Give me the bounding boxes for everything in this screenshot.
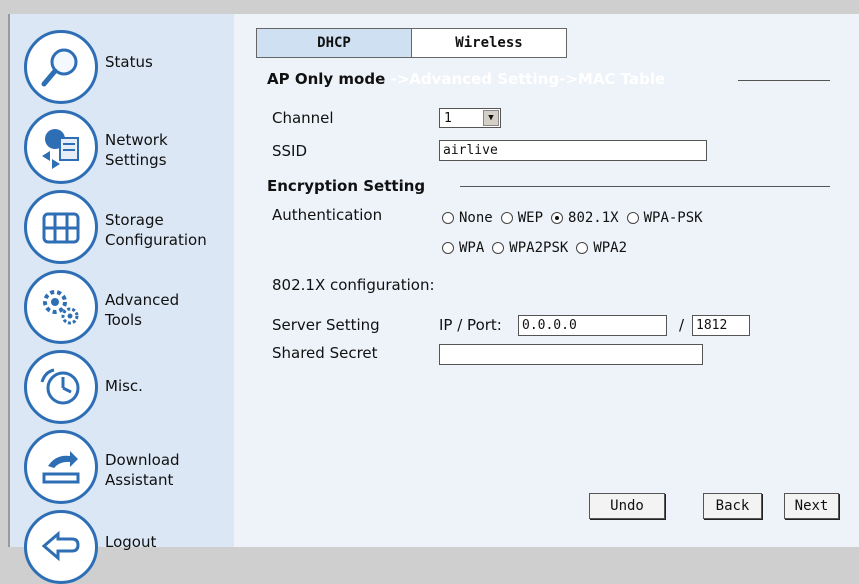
nav-storage-configuration[interactable]: Storage Configuration xyxy=(24,190,234,264)
next-button[interactable]: Next xyxy=(784,493,839,519)
ssid-input[interactable]: airlive xyxy=(439,140,707,161)
top-bar xyxy=(0,0,859,14)
radio-wep[interactable]: WEP xyxy=(500,210,544,226)
nav-network-settings[interactable]: Network Settings xyxy=(24,110,234,184)
port-input[interactable]: 1812 xyxy=(692,315,750,336)
network-icon xyxy=(24,110,98,184)
nav-status-label: Status xyxy=(105,53,153,71)
radio-8021x[interactable]: 802.1X xyxy=(551,210,619,226)
channel-value: 1 xyxy=(444,110,452,126)
radio-wpa2[interactable]: WPA2 xyxy=(576,240,627,256)
divider xyxy=(460,186,830,187)
radio-wpa[interactable]: WPA xyxy=(442,240,484,256)
download-icon xyxy=(24,430,98,504)
back-button[interactable]: Back xyxy=(703,493,762,519)
main-content: DHCP Wireless AP Only mode ->Advanced Se… xyxy=(234,14,859,547)
nav-advanced-tools-label: Advanced Tools xyxy=(105,291,180,329)
ap-mode-title: AP Only mode xyxy=(267,70,386,88)
ssid-label: SSID xyxy=(272,142,308,160)
divider xyxy=(738,80,830,81)
radio-8021x-dot[interactable] xyxy=(551,212,564,224)
radio-wep-label: WEP xyxy=(517,210,544,226)
storage-grid-icon xyxy=(24,190,98,264)
ip-port-separator: / xyxy=(679,316,685,334)
encryption-heading: Encryption Setting xyxy=(267,177,426,195)
channel-label: Channel xyxy=(272,109,334,127)
radio-none-dot[interactable] xyxy=(442,212,454,224)
radio-wpa2psk[interactable]: WPA2PSK xyxy=(492,240,568,256)
radio-wpa2psk-label: WPA2PSK xyxy=(509,240,569,256)
nav-misc-label: Misc. xyxy=(105,377,143,395)
radio-wpa2-dot[interactable] xyxy=(576,242,589,254)
nav-storage-configuration-label: Storage Configuration xyxy=(105,211,207,249)
magnifier-icon xyxy=(24,30,98,104)
nav-logout[interactable]: Logout xyxy=(24,510,234,584)
radio-wpa-dot[interactable] xyxy=(442,242,454,254)
channel-select[interactable]: 1 ▼ xyxy=(439,108,501,128)
tab-wireless[interactable]: Wireless xyxy=(412,29,566,57)
dot1x-config-title: 802.1X configuration: xyxy=(272,276,435,294)
radio-wpa-psk-label: WPA-PSK xyxy=(643,210,703,226)
sidebar: Status Network Settings Storage Configur… xyxy=(8,14,236,584)
radio-wpa-psk[interactable]: WPA-PSK xyxy=(626,210,703,226)
radio-8021x-label: 802.1X xyxy=(568,210,619,226)
auth-options-row1: None WEP 802.1X WPA-PSK xyxy=(442,210,711,226)
radio-wpa-label: WPA xyxy=(459,240,485,256)
nav-advanced-tools[interactable]: Advanced Tools xyxy=(24,270,234,344)
nav-status[interactable]: Status xyxy=(24,30,234,104)
shared-secret-label: Shared Secret xyxy=(272,344,378,362)
server-setting-label: Server Setting xyxy=(272,316,380,334)
radio-wep-dot[interactable] xyxy=(500,212,513,224)
ip-input[interactable]: 0.0.0.0 xyxy=(518,315,667,336)
ap-mode-heading: AP Only mode ->Advanced Setting->MAC Tab… xyxy=(267,70,665,88)
nav-network-settings-label: Network Settings xyxy=(105,131,168,169)
nav-download-assistant[interactable]: Download Assistant xyxy=(24,430,234,504)
shared-secret-input[interactable] xyxy=(439,344,703,365)
auth-options-row2: WPA WPA2PSK WPA2 xyxy=(442,240,635,256)
nav-misc[interactable]: Misc. xyxy=(24,350,234,424)
radio-none-label: None xyxy=(459,210,493,226)
gears-icon xyxy=(24,270,98,344)
radio-wpa-psk-dot[interactable] xyxy=(626,212,639,224)
tab-dhcp[interactable]: DHCP xyxy=(257,29,412,57)
chevron-down-icon[interactable]: ▼ xyxy=(483,110,499,126)
app-frame: Status Network Settings Storage Configur… xyxy=(0,0,859,584)
authentication-label: Authentication xyxy=(272,206,383,224)
undo-button[interactable]: Undo xyxy=(589,493,665,519)
radio-wpa2-label: WPA2 xyxy=(593,240,628,256)
nav-download-assistant-label: Download Assistant xyxy=(105,451,180,489)
radio-none[interactable]: None xyxy=(442,210,493,226)
back-arrow-icon xyxy=(24,510,98,584)
tab-bar: DHCP Wireless xyxy=(256,28,567,58)
radio-wpa2psk-dot[interactable] xyxy=(492,242,505,254)
clock-icon xyxy=(24,350,98,424)
advanced-setting-link[interactable]: ->Advanced Setting->MAC Table xyxy=(390,70,665,88)
ip-port-label: IP / Port: xyxy=(439,316,502,334)
nav-logout-label: Logout xyxy=(105,533,157,551)
